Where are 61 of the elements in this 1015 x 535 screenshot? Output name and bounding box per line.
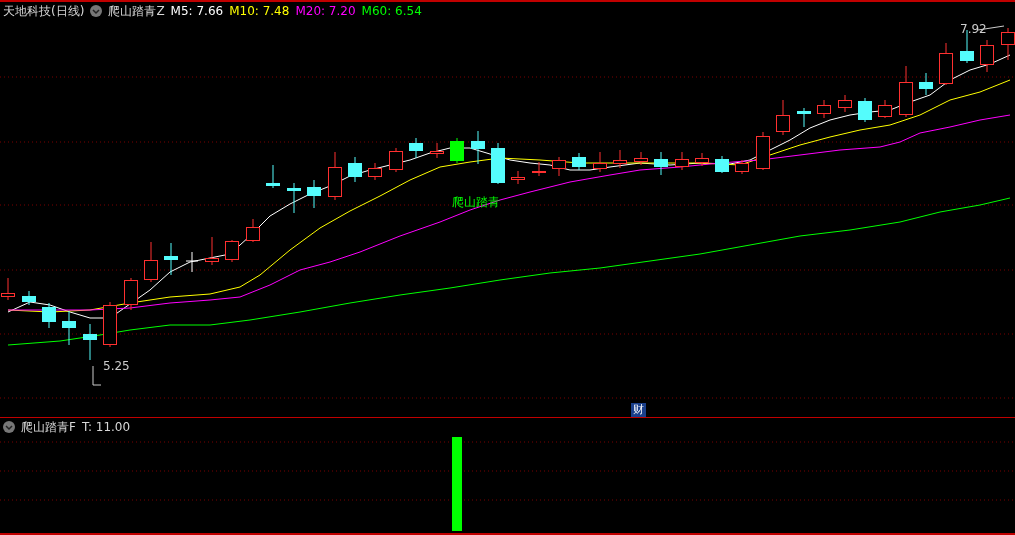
candlestick xyxy=(838,94,852,113)
candlestick xyxy=(42,302,56,329)
candlestick xyxy=(83,323,97,361)
candlestick xyxy=(939,42,953,86)
moving-average-value: M20: 7.20 xyxy=(295,4,356,18)
candlestick xyxy=(287,182,301,214)
candlestick xyxy=(491,142,505,185)
candlestick xyxy=(368,162,382,181)
candlestick xyxy=(511,170,525,185)
candlestick xyxy=(756,131,770,171)
indicator-name: 爬山踏青F xyxy=(21,418,76,436)
stock-title: 天地科技(日线) xyxy=(3,2,85,20)
finance-badge[interactable]: 财 xyxy=(631,403,646,417)
candlestick xyxy=(715,155,729,174)
candlestick xyxy=(695,152,709,167)
candlestick xyxy=(532,161,546,177)
collapse-chevron-icon[interactable] xyxy=(3,421,15,433)
candlestick xyxy=(164,242,178,276)
candlestick xyxy=(858,97,872,123)
candlestick xyxy=(409,137,423,159)
candlestick xyxy=(797,107,811,128)
candlestick xyxy=(246,218,260,243)
candlestick xyxy=(817,99,831,119)
candlestick xyxy=(328,151,342,201)
candlestick xyxy=(62,310,76,346)
candlestick xyxy=(103,301,117,348)
moving-average-value: M60: 6.54 xyxy=(361,4,422,18)
candlestick xyxy=(471,130,485,165)
candlestick xyxy=(776,99,790,136)
candlestick xyxy=(225,239,239,263)
candlestick xyxy=(144,241,158,283)
candlestick xyxy=(450,137,464,164)
candlestick xyxy=(980,39,994,73)
candlestick xyxy=(572,152,586,171)
candlestick xyxy=(124,277,138,311)
candlestick xyxy=(266,164,280,189)
moving-average-value: M10: 7.48 xyxy=(229,4,290,18)
candlestick xyxy=(654,151,668,176)
candlestick xyxy=(205,236,219,266)
indicator-value: T: 11.00 xyxy=(81,420,131,434)
collapse-chevron-icon[interactable] xyxy=(90,5,103,17)
indicator-name: 爬山踏青Z xyxy=(108,2,165,20)
candlestick xyxy=(307,179,321,209)
candlestick xyxy=(899,65,913,118)
candlestick xyxy=(675,151,689,171)
candlestick xyxy=(185,251,199,273)
candlestick xyxy=(593,151,607,173)
candlestick xyxy=(22,290,36,306)
candlestick xyxy=(430,142,444,159)
moving-average-value: M5: 7.66 xyxy=(170,4,224,18)
candlestick xyxy=(389,147,403,173)
candlestick xyxy=(613,149,627,169)
leader-line xyxy=(92,365,102,386)
low-price-label: 5.25 xyxy=(103,359,130,373)
candlestick xyxy=(348,156,362,183)
high-price-label: 7.92 xyxy=(960,22,987,36)
candlestick xyxy=(878,99,892,119)
candlestick xyxy=(735,159,749,175)
candlestick xyxy=(552,156,566,177)
candlestick xyxy=(919,72,933,96)
candlestick xyxy=(634,151,648,166)
